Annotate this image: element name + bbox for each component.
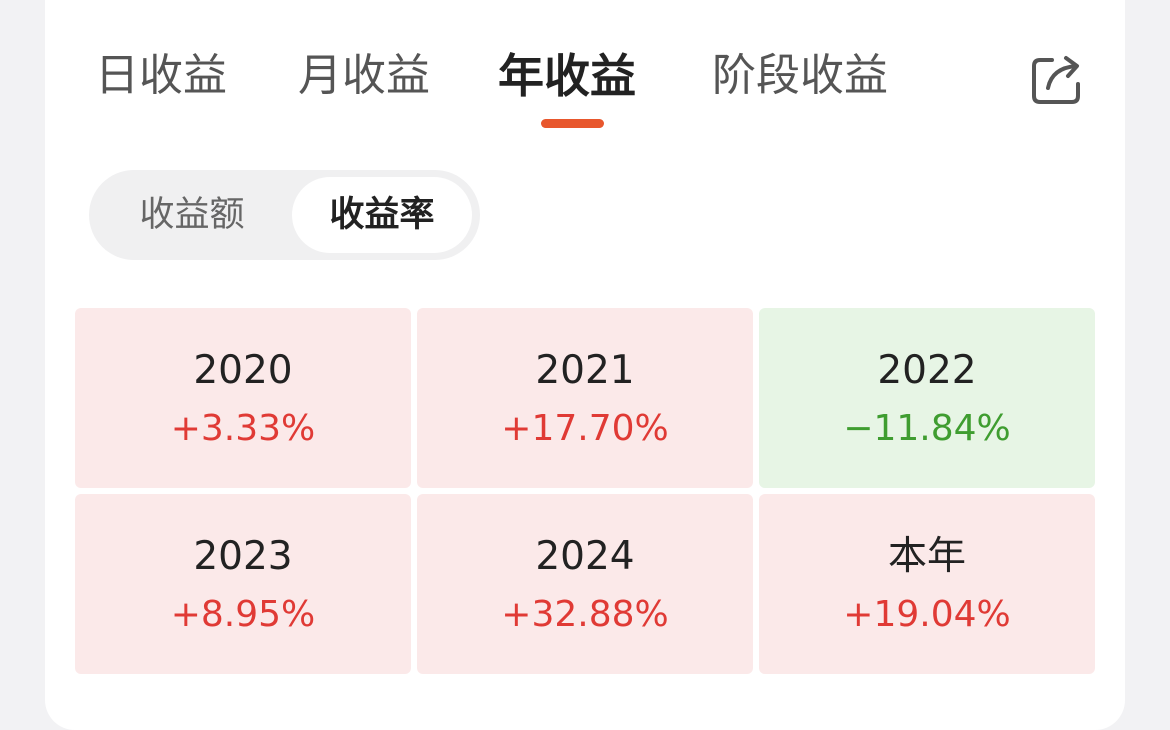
cell-return-value: +17.70%	[501, 408, 669, 449]
return-cell-2021[interactable]: 2021 +17.70%	[417, 308, 753, 488]
return-cell-this-year[interactable]: 本年 +19.04%	[759, 494, 1095, 674]
cell-return-value: +3.33%	[170, 408, 316, 449]
cell-return-value: −11.84%	[843, 408, 1011, 449]
return-cell-2023[interactable]: 2023 +8.95%	[75, 494, 411, 674]
cell-year: 2024	[535, 534, 635, 579]
cell-return-value: +8.95%	[170, 594, 316, 635]
toggle-return-rate[interactable]: 收益率	[292, 177, 472, 253]
return-cell-2022[interactable]: 2022 −11.84%	[759, 308, 1095, 488]
period-tabs: 日收益 月收益 年收益 阶段收益	[0, 44, 1170, 144]
cell-return-value: +19.04%	[843, 594, 1011, 635]
share-icon[interactable]	[1030, 54, 1082, 106]
tab-period-returns[interactable]: 阶段收益	[712, 44, 888, 108]
tab-yearly-returns[interactable]: 年收益	[498, 44, 636, 108]
cell-year: 2023	[193, 534, 293, 579]
cell-return-value: +32.88%	[501, 594, 669, 635]
cell-year: 本年	[887, 534, 966, 579]
cell-year: 2021	[535, 348, 635, 393]
cell-year: 2020	[193, 348, 293, 393]
toggle-return-amount[interactable]: 收益额	[97, 177, 287, 253]
cell-year: 2022	[877, 348, 977, 393]
tab-monthly-returns[interactable]: 月收益	[298, 44, 430, 108]
metric-toggle: 收益额 收益率	[89, 170, 480, 260]
yearly-returns-grid: 2020 +3.33% 2021 +17.70% 2022 −11.84% 20…	[75, 308, 1095, 674]
tab-daily-returns[interactable]: 日收益	[95, 44, 227, 108]
return-cell-2024[interactable]: 2024 +32.88%	[417, 494, 753, 674]
active-tab-indicator	[541, 119, 604, 128]
return-cell-2020[interactable]: 2020 +3.33%	[75, 308, 411, 488]
